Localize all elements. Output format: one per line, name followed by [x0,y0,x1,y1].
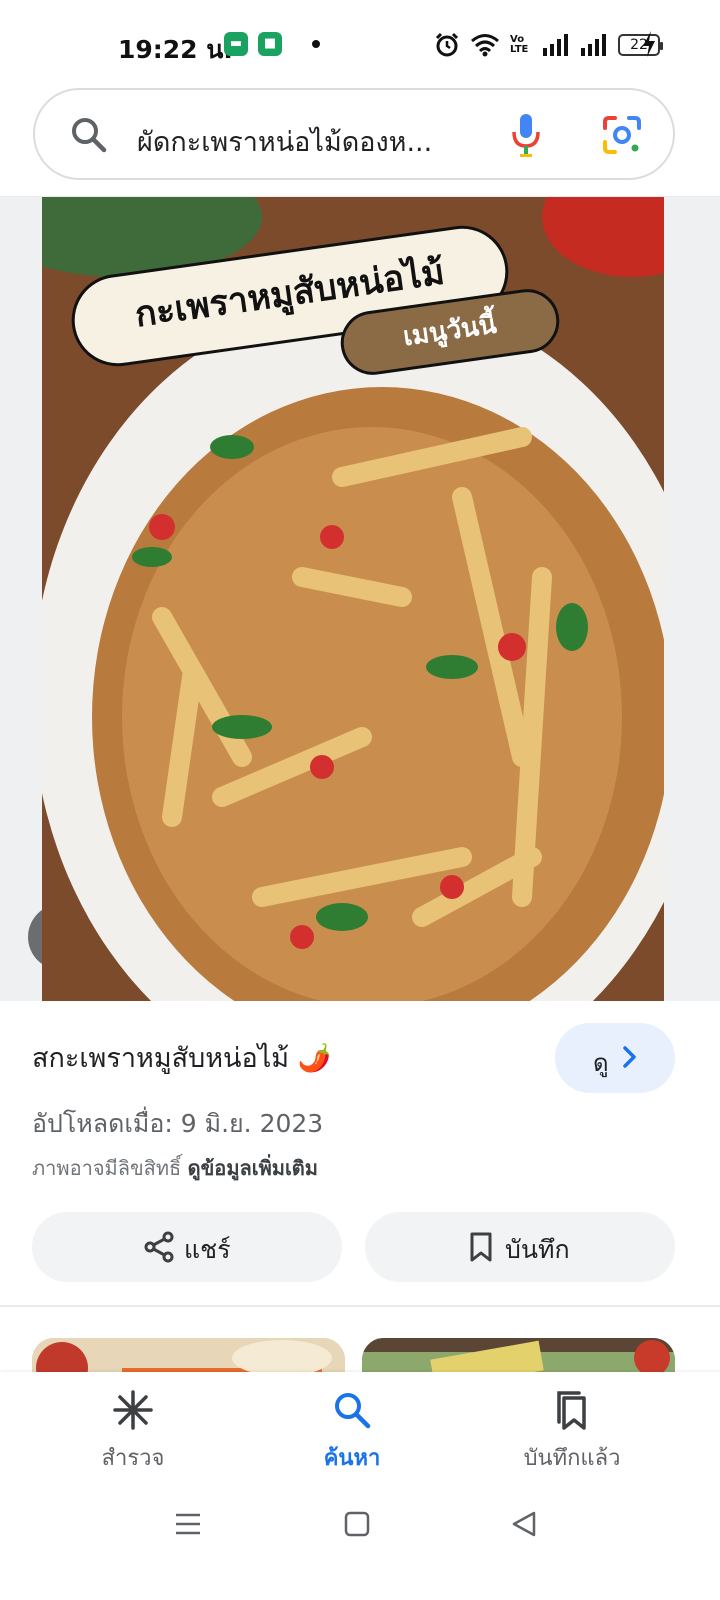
menu-icon[interactable] [174,1510,202,1538]
search-bar[interactable]: ผัดกะเพราหน่อไม้ดองห... [33,88,675,180]
copyright-text: ภาพอาจมีลิขสิทธิ์ [32,1156,182,1180]
section-divider [0,1305,720,1307]
bookmark-icon [470,1232,492,1262]
save-button[interactable]: บันทึก [365,1212,675,1282]
status-time: 19:22 น. [118,35,233,64]
home-icon[interactable] [343,1510,371,1538]
signal-icon [543,34,568,56]
view-button-label: ดู [593,1049,609,1077]
search-icon [335,1393,371,1429]
mic-icon[interactable] [511,112,541,158]
charging-icon [643,31,655,57]
status-icons: Vo LTE 22 [434,30,663,60]
back-icon[interactable] [510,1510,538,1538]
notification-dot [312,40,320,48]
nav-saved[interactable]: บันทึกแล้ว [452,1372,692,1488]
chat-icon: ▬ [224,32,248,56]
share-icon [144,1231,174,1263]
nav-explore-label: สำรวจ [101,1446,165,1471]
nav-search-label: ค้นหา [323,1446,381,1471]
signal-icon [581,34,606,56]
asterisk-icon [113,1390,153,1430]
share-button[interactable]: แชร์ [32,1212,342,1282]
result-title: สกะเพราหมูสับหน่อไม้ 🌶️ [32,1043,332,1074]
copyright-notice: ภาพอาจมีลิขสิทธิ์ ดูข้อมูลเพิ่มเติม [32,1152,318,1184]
alarm-icon [435,32,459,57]
nav-saved-label: บันทึกแล้ว [523,1446,621,1471]
bottom-navigation: สำรวจ ค้นหา บันทึกแล้ว [0,1372,720,1488]
view-button[interactable]: ดู [555,1023,675,1093]
saved-icon [557,1391,586,1430]
wifi-icon [471,34,499,57]
screen: 19:22 น. ▬ ■ Vo LTE 22 ผัดกะเพราหน่อไม้ด… [0,0,720,1600]
volte-indicator: Vo LTE [510,34,529,55]
status-bar: 19:22 น. ▬ ■ Vo LTE 22 [0,0,720,88]
more-info-link[interactable]: ดูข้อมูลเพิ่มเติม [188,1156,318,1180]
share-label: แชร์ [184,1235,231,1264]
nav-explore[interactable]: สำรวจ [13,1372,253,1488]
nav-search[interactable]: ค้นหา [232,1372,472,1488]
search-input[interactable]: ผัดกะเพราหน่อไม้ดองห... [137,120,477,163]
save-label: บันทึก [505,1235,570,1264]
line-icon: ■ [258,32,282,56]
search-icon[interactable] [69,115,109,155]
system-navigation [0,1488,720,1600]
lens-icon[interactable] [601,114,643,156]
upload-date: อัปโหลดเมื่อ: 9 มิ.ย. 2023 [32,1109,324,1138]
chevron-right-icon [623,1046,636,1068]
